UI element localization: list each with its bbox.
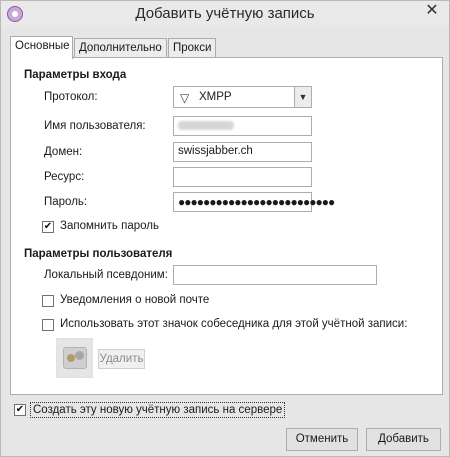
xmpp-icon: ▽: [180, 91, 190, 105]
resource-field[interactable]: [173, 167, 312, 187]
alias-field[interactable]: [173, 265, 377, 285]
tab-panel: Параметры входа Протокол: ▽ XMPP ▼ Имя п…: [10, 57, 443, 395]
login-section-heading: Параметры входа: [24, 69, 127, 81]
username-field[interactable]: [173, 116, 312, 136]
window-title: Добавить учётную запись: [135, 5, 315, 22]
close-button[interactable]: ✕: [419, 1, 445, 23]
protocol-select[interactable]: ▽ XMPP ▼: [173, 86, 312, 108]
password-label: Пароль:: [44, 196, 88, 208]
user-section-heading: Параметры пользователя: [24, 248, 173, 260]
create-on-server-label: Создать эту новую учётную запись на серв…: [30, 402, 286, 418]
chevron-down-icon[interactable]: ▼: [294, 87, 311, 107]
tab-basic[interactable]: Основные: [10, 36, 73, 59]
domain-label: Домен:: [44, 146, 83, 158]
username-label: Имя пользователя:: [44, 120, 146, 132]
tab-advanced[interactable]: Дополнительно: [74, 38, 167, 58]
add-button[interactable]: Добавить: [366, 428, 441, 451]
remember-password-label: Запомнить пароль: [60, 220, 159, 232]
buddy-avatar-icon: [63, 347, 87, 369]
mail-notify-label: Уведомления о новой почте: [60, 294, 210, 306]
tab-proxy[interactable]: Прокси: [168, 38, 216, 58]
cancel-button[interactable]: Отменить: [286, 428, 358, 451]
add-account-window: Добавить учётную запись ✕ Основные Допол…: [0, 0, 450, 457]
delete-icon-button: Удалить: [98, 349, 145, 369]
create-on-server-checkbox[interactable]: ✔: [14, 404, 26, 416]
remember-password-checkbox[interactable]: ✔: [42, 221, 54, 233]
protocol-label: Протокол:: [44, 91, 98, 103]
close-icon: ✕: [425, 2, 439, 19]
titlebar: Добавить учётную запись ✕: [1, 1, 449, 27]
resource-label: Ресурс:: [44, 171, 85, 183]
protocol-value: XMPP: [199, 91, 232, 103]
domain-field[interactable]: swissjabber.ch: [173, 142, 312, 162]
mail-notify-checkbox[interactable]: [42, 295, 54, 307]
alias-label: Локальный псевдоним:: [44, 269, 168, 281]
username-redacted: [178, 121, 234, 130]
buddy-icon-button[interactable]: [56, 338, 93, 378]
buddy-icon-label: Использовать этот значок собеседника для…: [60, 318, 408, 330]
buddy-icon-checkbox[interactable]: [42, 319, 54, 331]
password-field[interactable]: ●●●●●●●●●●●●●●●●●●●●●●●●●: [173, 192, 335, 212]
